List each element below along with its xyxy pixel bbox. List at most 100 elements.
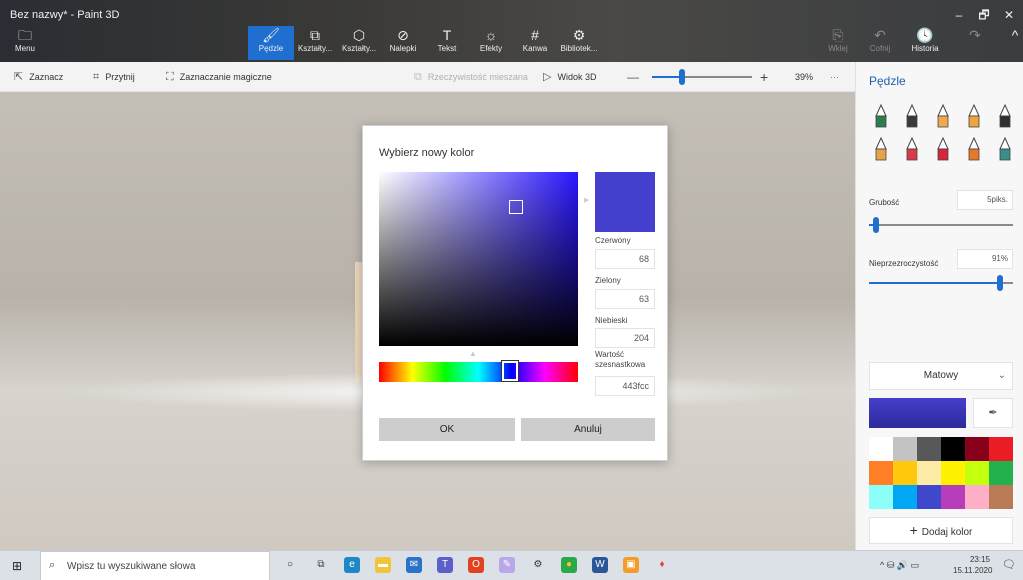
palette-swatch[interactable] xyxy=(941,485,965,509)
task-view-icon[interactable]: ⧉ xyxy=(313,557,329,573)
red-input[interactable]: 68 xyxy=(595,249,655,269)
hue-slider[interactable] xyxy=(379,361,578,382)
maximize-button[interactable]: 🗗 xyxy=(970,6,998,24)
ribbon-paste-button[interactable]: ⎘ Wklej xyxy=(818,26,858,60)
palette-swatch[interactable] xyxy=(989,485,1013,509)
file-explorer-icon[interactable]: ▬ xyxy=(375,557,391,573)
clock-date[interactable]: 15.11.2020 xyxy=(953,566,992,575)
palette-swatch[interactable] xyxy=(965,461,989,485)
thickness-slider[interactable] xyxy=(869,217,1013,233)
hex-input[interactable]: 443fcc xyxy=(595,376,655,396)
ribbon-shapes3d-button[interactable]: ⬡ Kształty... xyxy=(336,26,382,60)
word-icon[interactable]: W xyxy=(592,557,608,573)
mail-icon[interactable]: ✉ xyxy=(406,557,422,573)
office-icon[interactable]: O xyxy=(468,557,484,573)
ribbon-undo-button[interactable]: ↶ Cofnij xyxy=(860,26,900,60)
palette-swatch[interactable] xyxy=(989,461,1013,485)
opacity-slider-thumb[interactable] xyxy=(997,275,1004,291)
brush-crayon-icon[interactable] xyxy=(933,136,953,161)
zoom-in-button[interactable]: + xyxy=(760,62,768,92)
brush-oil-brush-icon[interactable] xyxy=(933,103,953,128)
palette-swatch[interactable] xyxy=(917,461,941,485)
palette-swatch[interactable] xyxy=(869,437,893,461)
palette-swatch[interactable] xyxy=(965,485,989,509)
saturation-value-marker[interactable] xyxy=(509,199,524,214)
hue-slider-marker[interactable] xyxy=(502,361,519,381)
brush-eraser-icon[interactable] xyxy=(902,136,922,161)
cancel-button[interactable]: Anuluj xyxy=(521,418,655,441)
brushes-panel: Pędzle Grubość 5piks. Nieprzezroczystość… xyxy=(855,62,1023,550)
zoom-out-button[interactable]: — xyxy=(627,62,639,92)
brush-calligraphy-pen-icon[interactable] xyxy=(902,103,922,128)
zoom-slider[interactable] xyxy=(652,69,752,85)
green-input[interactable]: 63 xyxy=(595,289,655,309)
thickness-input[interactable]: 5piks. xyxy=(957,190,1013,210)
select-button[interactable]: ⇱ Zaznacz xyxy=(14,62,63,92)
ribbon-history-button[interactable]: 🕓 Historia xyxy=(905,26,945,60)
palette-swatch[interactable] xyxy=(917,485,941,509)
ok-button[interactable]: OK xyxy=(379,418,515,441)
brush-fill-icon[interactable] xyxy=(995,136,1015,161)
view-3d-button[interactable]: ▷ Widok 3D xyxy=(543,62,596,92)
close-button[interactable]: ✕ xyxy=(995,6,1023,24)
brush-spray-can-icon[interactable] xyxy=(964,136,984,161)
magic-select-button[interactable]: ⛶ Zaznaczanie magiczne xyxy=(166,62,272,92)
edge-icon[interactable]: e xyxy=(344,557,360,573)
minimize-button[interactable]: – xyxy=(945,6,973,24)
ribbon-redo-button[interactable]: ↷ xyxy=(955,26,995,60)
paint3d-icon[interactable]: ♦ xyxy=(654,557,670,573)
ribbon-canvas-button[interactable]: # Kanwa xyxy=(512,26,558,60)
clock-time[interactable]: 23:15 xyxy=(960,555,1000,564)
menu-button[interactable]: 🗀 Menu xyxy=(2,26,48,60)
eyedropper-icon[interactable]: ✒ xyxy=(973,398,1013,428)
palette-swatch[interactable] xyxy=(893,461,917,485)
blue-label: Niebieski xyxy=(595,316,628,325)
mixed-reality-button[interactable]: ⧉ Rzeczywistość mieszana xyxy=(414,62,528,92)
palette-swatch[interactable] xyxy=(917,437,941,461)
photos-icon[interactable]: ▣ xyxy=(623,557,639,573)
teams-icon[interactable]: T xyxy=(437,557,453,573)
ribbon-shapes2d-button[interactable]: ⧉ Kształty... xyxy=(292,26,338,60)
crop-button[interactable]: ⌗ Przytnij xyxy=(93,62,135,92)
palette-swatch[interactable] xyxy=(941,437,965,461)
palette-swatch[interactable] xyxy=(941,461,965,485)
ribbon-text-button[interactable]: T Tekst xyxy=(424,26,470,60)
ribbon-effects-button[interactable]: ☼ Efekty xyxy=(468,26,514,60)
brush-pixel-pen-icon[interactable] xyxy=(995,103,1015,128)
more-options-button[interactable]: ··· xyxy=(830,62,839,92)
brush-marker-icon[interactable] xyxy=(871,103,891,128)
palette-swatch[interactable] xyxy=(869,485,893,509)
chrome-icon[interactable]: ● xyxy=(561,557,577,573)
ribbon-stickers-button[interactable]: ⊘ Nalepki xyxy=(380,26,426,60)
opacity-slider[interactable] xyxy=(869,275,1013,291)
palette-swatch[interactable] xyxy=(893,437,917,461)
palette-swatch[interactable] xyxy=(869,461,893,485)
ribbon-brushes-button[interactable]: 🖌 Pędzle xyxy=(248,26,294,60)
windows-start-icon[interactable]: ⊞ xyxy=(12,559,22,573)
thickness-slider-thumb[interactable] xyxy=(873,217,880,233)
opacity-input[interactable]: 91% xyxy=(957,249,1013,269)
notification-icon[interactable]: 🗨 xyxy=(1002,558,1016,571)
blue-input[interactable]: 204 xyxy=(595,328,655,348)
system-tray[interactable]: ^ ⛁ 🔊 ▭ xyxy=(880,560,919,571)
zoom-slider-thumb[interactable] xyxy=(679,69,685,85)
current-color-swatch[interactable] xyxy=(869,398,966,428)
palette-swatch[interactable] xyxy=(989,437,1013,461)
settings-icon[interactable]: ⚙ xyxy=(530,557,546,573)
brush-pencil-icon[interactable] xyxy=(871,136,891,161)
ribbon-library-button[interactable]: ⚙ Bibliotek... xyxy=(556,26,602,60)
add-color-button[interactable]: + Dodaj kolor xyxy=(869,517,1013,544)
saturation-value-picker[interactable] xyxy=(379,172,578,346)
finish-dropdown[interactable]: Matowy ⌄ xyxy=(869,362,1013,390)
palette-swatch[interactable] xyxy=(965,437,989,461)
search-box[interactable]: ⌕ Wpisz tu wyszukiwane słowa xyxy=(40,551,270,580)
mixed-reality-label: Rzeczywistość mieszana xyxy=(427,72,528,82)
brush-icon: 🖌 xyxy=(262,27,280,43)
crop-label: Przytnij xyxy=(105,72,135,82)
palette-swatch[interactable] xyxy=(893,485,917,509)
ribbon-collapse-button[interactable]: ^ xyxy=(995,26,1023,60)
paint-icon[interactable]: ✎ xyxy=(499,557,515,573)
brush-watercolor-icon[interactable] xyxy=(964,103,984,128)
ribbon-effects-label: Efekty xyxy=(479,44,503,53)
cortana-icon[interactable]: ○ xyxy=(282,557,298,573)
